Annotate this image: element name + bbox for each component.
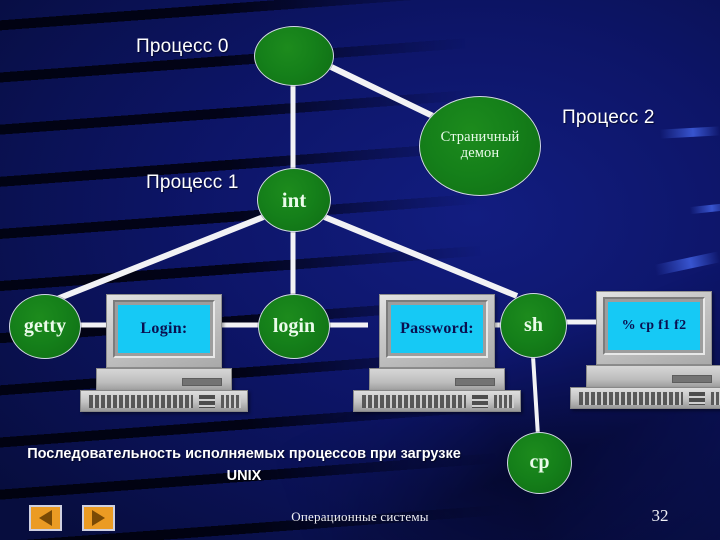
terminal-password: Password: [353, 294, 525, 412]
computer-case-login [96, 368, 232, 392]
triangle-right-icon [92, 510, 105, 526]
page-number: 32 [651, 506, 669, 525]
node-init-label: int [281, 187, 307, 212]
node-page-daemon[interactable]: Страничный демон [419, 96, 541, 196]
monitor-bezel-login: Login: [106, 294, 222, 368]
computer-case-password [369, 368, 505, 392]
keyboard-nav-keys-icon [472, 395, 488, 408]
floppy-drive-icon [182, 378, 222, 386]
keyboard-main-keys-icon [89, 395, 193, 408]
previous-slide-button[interactable] [29, 505, 62, 531]
node-cp-label: cp [529, 451, 550, 474]
node-login-label: login [272, 314, 316, 337]
node-init[interactable]: int [257, 168, 331, 232]
triangle-left-icon [39, 510, 52, 526]
keyboard-password [353, 390, 521, 412]
node-cp[interactable]: cp [507, 432, 572, 494]
node-process-0-root[interactable] [254, 26, 334, 86]
screen-password: Password: [391, 305, 483, 353]
terminal-login: Login: [80, 294, 252, 412]
label-process-1: Процесс 1 [146, 172, 239, 193]
keyboard-main-keys-icon [362, 395, 466, 408]
monitor-bezel-password: Password: [379, 294, 495, 368]
keyboard-cp [570, 387, 720, 409]
keyboard-login [80, 390, 248, 412]
keyboard-main-keys-icon [579, 392, 683, 405]
floppy-drive-icon [455, 378, 495, 386]
label-process-0: Процесс 0 [136, 36, 229, 57]
monitor-inner-bezel-password: Password: [386, 300, 488, 358]
slide-caption: Последовательность исполняемых процессов… [27, 446, 461, 484]
node-sh-label: sh [524, 313, 543, 336]
keyboard-numpad-icon [711, 392, 720, 405]
screen-login: Login: [118, 305, 210, 353]
node-getty-label: getty [23, 314, 67, 337]
monitor-inner-bezel-login: Login: [113, 300, 215, 358]
node-login[interactable]: login [258, 294, 330, 359]
floppy-drive-icon [672, 375, 712, 383]
keyboard-nav-keys-icon [689, 392, 705, 405]
screen-cp: % cp f1 f2 [608, 302, 700, 350]
monitor-inner-bezel-cp: % cp f1 f2 [603, 297, 705, 355]
keyboard-numpad-icon [494, 395, 514, 408]
node-sh[interactable]: sh [500, 293, 567, 358]
node-page-daemon-label: Страничный демон [440, 129, 520, 161]
node-getty[interactable]: getty [9, 294, 81, 359]
terminal-cp: % cp f1 f2 [570, 291, 720, 409]
slide-canvas: Процесс 0 Процесс 1 Процесс 2 Страничный… [0, 0, 720, 540]
keyboard-nav-keys-icon [199, 395, 215, 408]
monitor-bezel-cp: % cp f1 f2 [596, 291, 712, 365]
label-process-2: Процесс 2 [562, 107, 655, 128]
keyboard-numpad-icon [221, 395, 241, 408]
computer-case-cp [586, 365, 720, 389]
next-slide-button[interactable] [82, 505, 115, 531]
